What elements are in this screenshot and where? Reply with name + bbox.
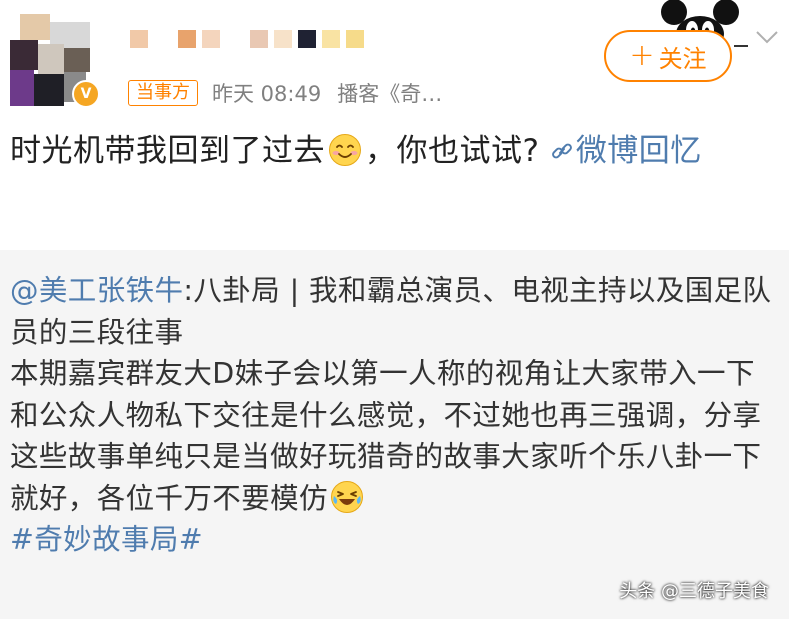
laugh-cry-emoji-icon [330,480,363,513]
watermark: 头条 @三德子美食 [619,581,769,602]
smile-emoji-icon [329,134,361,166]
divider [734,45,748,47]
post-time: 昨天 08:49 [212,82,322,106]
weibo-memory-link[interactable]: 微博回忆 [550,133,702,169]
post-text-part2: ，你也试试? [365,133,540,169]
follow-label: 关注 [658,44,707,73]
repost-body: 本期嘉宾群友大D妹子会以第一人称的视角让大家带入一下和公众人物私下交往是什么感觉… [10,357,762,515]
hashtag-link[interactable]: #奇妙故事局# [10,523,203,556]
repost-text: @美工张铁牛:八卦局 | 我和霸总演员、电视主持以及国足队员的三段往事 本期嘉宾… [10,270,775,561]
chevron-down-icon[interactable] [754,28,780,46]
role-tag: 当事方 [128,80,198,106]
link-label: 微博回忆 [575,133,702,169]
post-source[interactable]: 播客《奇… [337,78,442,108]
follow-button[interactable]: + 关注 [604,30,732,82]
plus-icon: + [629,38,655,73]
post-meta: 当事方 昨天 08:49 播客《奇… [128,78,442,108]
repost-card[interactable]: @美工张铁牛:八卦局 | 我和霸总演员、电视主持以及国足队员的三段往事 本期嘉宾… [0,250,789,619]
post-text-part1: 时光机带我回到了过去 [10,133,325,169]
post-text: 时光机带我回到了过去 ，你也试试? 微博回忆 [10,128,770,174]
mention-link[interactable]: @美工张铁牛 [10,274,183,307]
verified-badge-icon: V [72,80,100,108]
link-icon [551,143,572,159]
username[interactable] [130,30,364,52]
